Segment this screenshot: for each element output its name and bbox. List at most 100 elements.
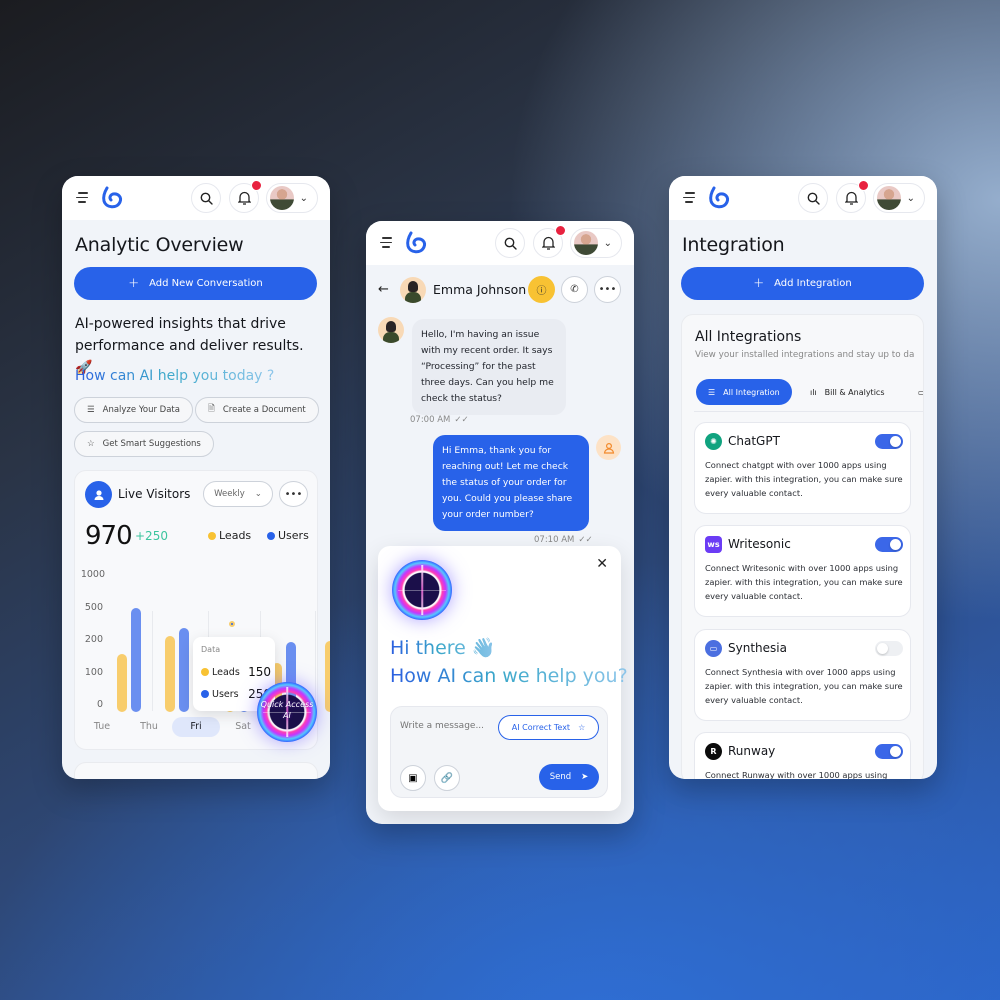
user-menu-button[interactable]: ⌄ bbox=[873, 183, 925, 213]
contact-name: Emma Johnson bbox=[433, 282, 527, 297]
integration-description: Connect Synthesia with over 1000 apps us… bbox=[705, 667, 903, 705]
back-arrow-icon[interactable]: ← bbox=[378, 282, 389, 297]
all-integrations-card: All Integrations View your installed int… bbox=[681, 314, 924, 779]
search-icon bbox=[504, 237, 517, 250]
chat-header: ← Emma Johnson ⓘ ✆ ••• bbox=[366, 265, 634, 315]
call-button[interactable]: ✆ bbox=[561, 276, 588, 303]
notifications-button[interactable] bbox=[836, 180, 869, 213]
menu-icon[interactable] bbox=[76, 192, 88, 204]
ai-question: How AI can we help you? bbox=[390, 665, 628, 687]
integration-card-chatgpt: ✺ ChatGPT Connect chatgpt with over 1000 a… bbox=[694, 422, 911, 514]
send-icon: ➤ bbox=[581, 772, 589, 782]
integration-toggle[interactable] bbox=[875, 641, 903, 656]
integration-toggle[interactable] bbox=[875, 744, 903, 759]
ai-correct-text-button[interactable]: AI Correct Text ☆ bbox=[498, 715, 599, 740]
suggestion-label: Create a Document bbox=[222, 405, 306, 415]
integration-description: Connect Writesonic with over 1000 apps u… bbox=[705, 563, 903, 601]
chat-more-button[interactable]: ••• bbox=[594, 276, 621, 303]
notification-badge bbox=[858, 180, 869, 191]
quick-access-ai-label[interactable]: Quick Access AI bbox=[257, 699, 317, 721]
suggestion-label: Analyze Your Data bbox=[102, 405, 180, 415]
bell-icon bbox=[237, 191, 251, 205]
ai-orb-icon bbox=[392, 560, 452, 620]
bar-leads-thu[interactable] bbox=[165, 636, 175, 712]
notifications-button[interactable] bbox=[229, 180, 262, 213]
y-tick-label: 1000 bbox=[80, 569, 105, 580]
y-tick-label: 200 bbox=[84, 634, 103, 645]
menu-icon[interactable] bbox=[683, 192, 695, 204]
top-bar: ⌄ bbox=[62, 176, 330, 220]
next-card bbox=[74, 762, 318, 779]
chevron-down-icon: ⌄ bbox=[906, 193, 915, 204]
suggestion-create-document[interactable]: 🗎 Create a Document bbox=[195, 397, 319, 423]
double-check-icon: ✓✓ bbox=[578, 535, 593, 545]
send-button[interactable]: Send ➤ bbox=[539, 764, 599, 790]
bar-leads-sun[interactable] bbox=[325, 640, 330, 712]
integration-card-writesonic: ws Writesonic Connect Writesonic with over… bbox=[694, 525, 911, 617]
integration-toggle[interactable] bbox=[875, 434, 903, 449]
x-tick-sat[interactable]: Sat bbox=[223, 721, 263, 732]
info-icon: ⓘ bbox=[536, 286, 547, 297]
bar-users-thu[interactable] bbox=[179, 627, 189, 712]
logo-glyph: ▭ bbox=[709, 644, 718, 653]
chat-screen: ⌄ ← Emma Johnson ⓘ ✆ ••• Hello, I'm havi… bbox=[366, 221, 634, 824]
add-integration-button[interactable]: + Add Integration bbox=[681, 267, 924, 300]
document-icon: 🗎 bbox=[208, 404, 215, 414]
message-timestamp: 07:10 AM ✓✓ bbox=[534, 535, 593, 545]
send-label: Send bbox=[549, 772, 572, 782]
close-icon[interactable]: ✕ bbox=[596, 556, 608, 572]
chevron-down-icon: ⌄ bbox=[299, 193, 308, 204]
y-tick-label: 100 bbox=[84, 666, 103, 678]
tab-label: All Integration bbox=[723, 387, 780, 397]
tab-bill-analytics[interactable]: ılı Bill & Analytics bbox=[798, 379, 896, 405]
double-check-icon: ✓✓ bbox=[454, 415, 469, 425]
avatar bbox=[574, 231, 598, 255]
add-new-conversation-button[interactable]: + Add New Conversation bbox=[74, 267, 317, 300]
x-tick-thu[interactable]: Thu bbox=[129, 721, 169, 732]
notification-badge bbox=[555, 225, 566, 236]
search-button[interactable] bbox=[495, 228, 525, 258]
menu-icon[interactable] bbox=[380, 237, 392, 249]
integration-card-synthesia: ▭ Synthesia Connect Synthesia with over 10… bbox=[694, 629, 911, 721]
tab-all-integration[interactable]: ☰ All Integration bbox=[696, 379, 792, 405]
attach-image-button[interactable]: ▣ bbox=[400, 765, 426, 791]
integration-name: Synthesia bbox=[728, 641, 787, 655]
info-button[interactable]: ⓘ bbox=[528, 276, 555, 303]
message-input[interactable] bbox=[400, 721, 495, 731]
toggle-knob bbox=[890, 436, 901, 447]
suggestion-analyze-data[interactable]: ☰ Analyze Your Data bbox=[74, 397, 193, 423]
message-composer: AI Correct Text ☆ ▣ 🔗 Send ➤ bbox=[390, 706, 608, 798]
analytics-screen: ⌄ Analytic Overview + Add New Conversati… bbox=[62, 176, 330, 779]
integration-description: Connect chatgpt with over 1000 apps usin… bbox=[705, 460, 903, 498]
tooltip-title: Data bbox=[201, 645, 221, 654]
integration-toggle[interactable] bbox=[875, 537, 903, 552]
message-icon: ▭ bbox=[918, 388, 923, 397]
tooltip-leads-label: Leads bbox=[212, 666, 240, 678]
bar-users-tue[interactable] bbox=[131, 608, 141, 712]
user-menu-button[interactable]: ⌄ bbox=[570, 228, 622, 258]
x-tick-tue[interactable]: Tue bbox=[82, 721, 122, 732]
x-tick-fri[interactable]: Fri bbox=[172, 717, 220, 737]
search-button[interactable] bbox=[191, 183, 221, 213]
attach-link-button[interactable]: 🔗 bbox=[434, 765, 460, 791]
user-menu-button[interactable]: ⌄ bbox=[266, 183, 318, 213]
search-button[interactable] bbox=[798, 183, 828, 213]
notifications-button[interactable] bbox=[533, 225, 566, 258]
outgoing-message: Hi Emma, thank you for reaching out! Let… bbox=[433, 435, 589, 531]
search-icon bbox=[200, 192, 213, 205]
integration-card-runway: R Runway Connect Runway with over 1000 app… bbox=[694, 732, 911, 779]
y-tick-label: 500 bbox=[84, 601, 103, 613]
suggestion-smart-suggestions[interactable]: ☆ Get Smart Suggestions bbox=[74, 431, 214, 457]
tab-more[interactable]: ▭ bbox=[906, 379, 923, 405]
synthesia-logo-icon: ▭ bbox=[705, 640, 722, 657]
user-icon bbox=[603, 442, 614, 454]
bar-leads-tue[interactable] bbox=[117, 653, 127, 712]
chart-divider bbox=[315, 611, 316, 711]
page-title: Analytic Overview bbox=[75, 234, 244, 256]
ai-assistant-panel: ✕ Hi there 👋 How AI can we help you? AI … bbox=[378, 546, 628, 811]
top-bar: ⌄ bbox=[366, 221, 634, 265]
bell-icon bbox=[844, 191, 858, 205]
avatar bbox=[877, 186, 901, 210]
tab-label: Bill & Analytics bbox=[824, 387, 885, 397]
agent-avatar bbox=[596, 435, 621, 460]
